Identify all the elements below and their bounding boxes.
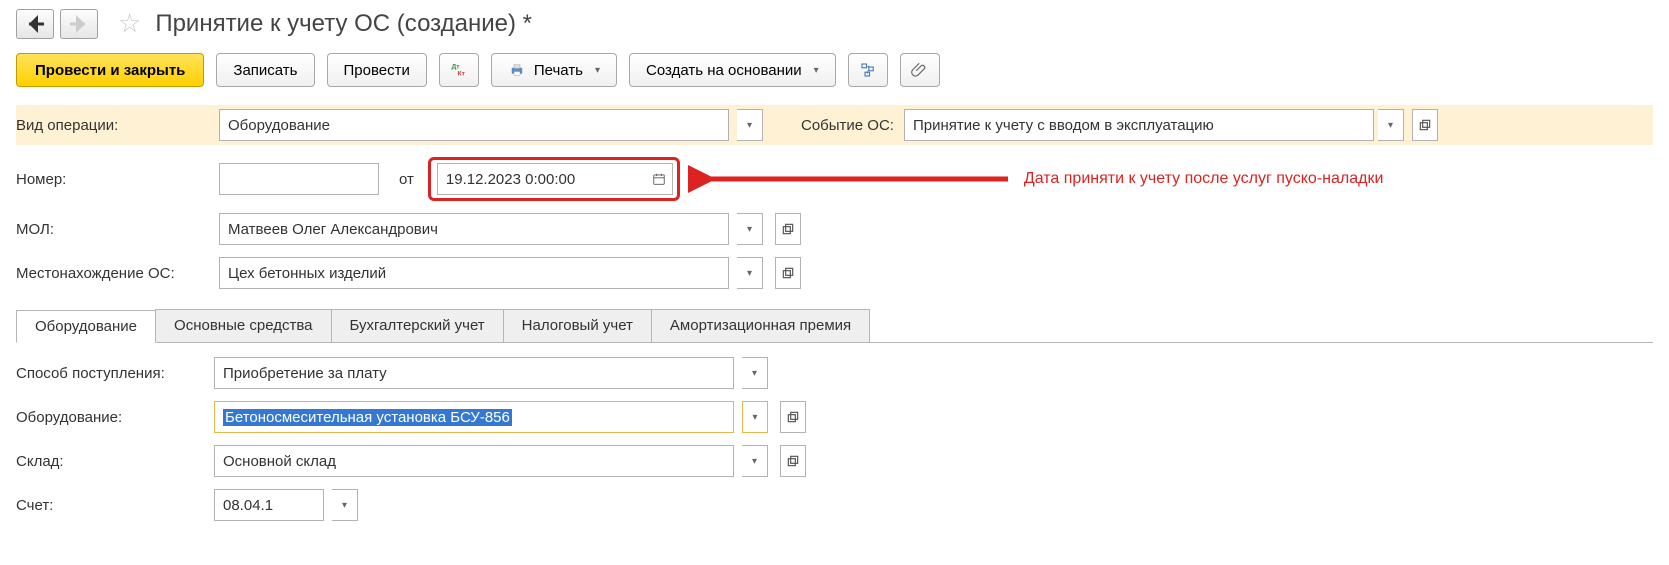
paperclip-icon (911, 61, 929, 79)
arrow-left-icon (17, 6, 53, 42)
annotation-arrow-icon (688, 162, 1008, 196)
chevron-down-icon: ▾ (752, 412, 757, 423)
tab-accounting[interactable]: Бухгалтерский учет (331, 309, 504, 342)
print-button[interactable]: Печать ▾ (491, 53, 617, 87)
date-input[interactable]: 19.12.2023 0:00:00 (437, 163, 647, 195)
method-input[interactable]: Приобретение за плату (214, 357, 734, 389)
chevron-down-icon: ▾ (747, 224, 752, 235)
operation-type-dropdown[interactable]: ▾ (737, 109, 763, 141)
operation-type-label: Вид операции: (16, 111, 211, 140)
open-external-icon (781, 266, 795, 280)
printer-icon (508, 61, 526, 79)
account-label: Счет: (16, 497, 206, 514)
nav-forward-button[interactable] (60, 9, 98, 39)
from-label: от (399, 171, 414, 188)
attachments-button[interactable] (900, 53, 940, 87)
tab-bar: Оборудование Основные средства Бухгалтер… (16, 309, 1653, 343)
mol-label: МОЛ: (16, 221, 211, 238)
tab-equipment[interactable]: Оборудование (16, 310, 156, 343)
chevron-down-icon: ▾ (595, 65, 600, 76)
create-based-on-label: Создать на основании (646, 62, 802, 79)
create-based-on-button[interactable]: Создать на основании ▾ (629, 53, 836, 87)
location-dropdown[interactable]: ▾ (737, 257, 763, 289)
location-open-button[interactable] (775, 257, 801, 289)
method-label: Способ поступления: (16, 365, 206, 382)
post-button[interactable]: Провести (327, 53, 427, 87)
calendar-button[interactable] (647, 163, 673, 195)
tab-tax[interactable]: Налоговый учет (503, 309, 652, 342)
svg-text:Кт: Кт (457, 70, 465, 77)
chevron-down-icon: ▾ (752, 368, 757, 379)
chevron-down-icon: ▾ (747, 268, 752, 279)
location-input[interactable]: Цех бетонных изделий (219, 257, 729, 289)
page-title: Принятие к учету ОС (создание) * (155, 10, 532, 38)
equipment-dropdown[interactable]: ▾ (742, 401, 768, 433)
arrow-right-icon (61, 6, 97, 42)
related-docs-button[interactable] (848, 53, 888, 87)
equipment-input[interactable]: Бетоносмесительная установка БСУ-856 (214, 401, 734, 433)
open-external-icon (1418, 118, 1432, 132)
tab-fixed-assets[interactable]: Основные средства (155, 309, 331, 342)
event-open-button[interactable] (1412, 109, 1438, 141)
post-and-close-button[interactable]: Провести и закрыть (16, 53, 204, 87)
event-input[interactable]: Принятие к учету с вводом в эксплуатацию (904, 109, 1374, 141)
chevron-down-icon: ▾ (814, 65, 819, 76)
chevron-down-icon: ▾ (1388, 120, 1393, 131)
nav-back-button[interactable] (16, 9, 54, 39)
tab-bonus[interactable]: Амортизационная премия (651, 309, 870, 342)
save-button[interactable]: Записать (216, 53, 314, 87)
open-external-icon (786, 454, 800, 468)
number-input[interactable] (219, 163, 379, 195)
warehouse-open-button[interactable] (780, 445, 806, 477)
chevron-down-icon: ▾ (747, 120, 752, 131)
event-label: Событие ОС: (801, 117, 894, 134)
account-input[interactable]: 08.04.1 (214, 489, 324, 521)
open-external-icon (781, 222, 795, 236)
equipment-open-button[interactable] (780, 401, 806, 433)
operation-type-input[interactable]: Оборудование (219, 109, 729, 141)
toolbar: Провести и закрыть Записать Провести Дт … (16, 53, 1653, 87)
number-label: Номер: (16, 171, 211, 188)
tree-icon (859, 61, 877, 79)
method-dropdown[interactable]: ▾ (742, 357, 768, 389)
warehouse-dropdown[interactable]: ▾ (742, 445, 768, 477)
chevron-down-icon: ▾ (752, 456, 757, 467)
mol-input[interactable]: Матвеев Олег Александрович (219, 213, 729, 245)
favorite-star-icon[interactable]: ☆ (118, 8, 141, 39)
open-external-icon (786, 410, 800, 424)
date-highlight-box: 19.12.2023 0:00:00 (428, 157, 680, 201)
print-label: Печать (534, 62, 583, 79)
warehouse-label: Склад: (16, 453, 206, 470)
dt-kt-button[interactable]: Дт Кт (439, 53, 479, 87)
location-label: Местонахождение ОС: (16, 265, 211, 282)
mol-dropdown[interactable]: ▾ (737, 213, 763, 245)
account-dropdown[interactable]: ▾ (332, 489, 358, 521)
calendar-icon (652, 172, 666, 186)
svg-text:Дт: Дт (451, 64, 460, 71)
mol-open-button[interactable] (775, 213, 801, 245)
event-dropdown[interactable]: ▾ (1378, 109, 1404, 141)
annotation-text: Дата приняти к учету после услуг пуско-н… (1008, 170, 1384, 188)
chevron-down-icon: ▾ (342, 500, 347, 511)
equipment-label: Оборудование: (16, 409, 206, 426)
dt-kt-icon: Дт Кт (450, 61, 468, 79)
equipment-value: Бетоносмесительная установка БСУ-856 (223, 409, 512, 426)
warehouse-input[interactable]: Основной склад (214, 445, 734, 477)
